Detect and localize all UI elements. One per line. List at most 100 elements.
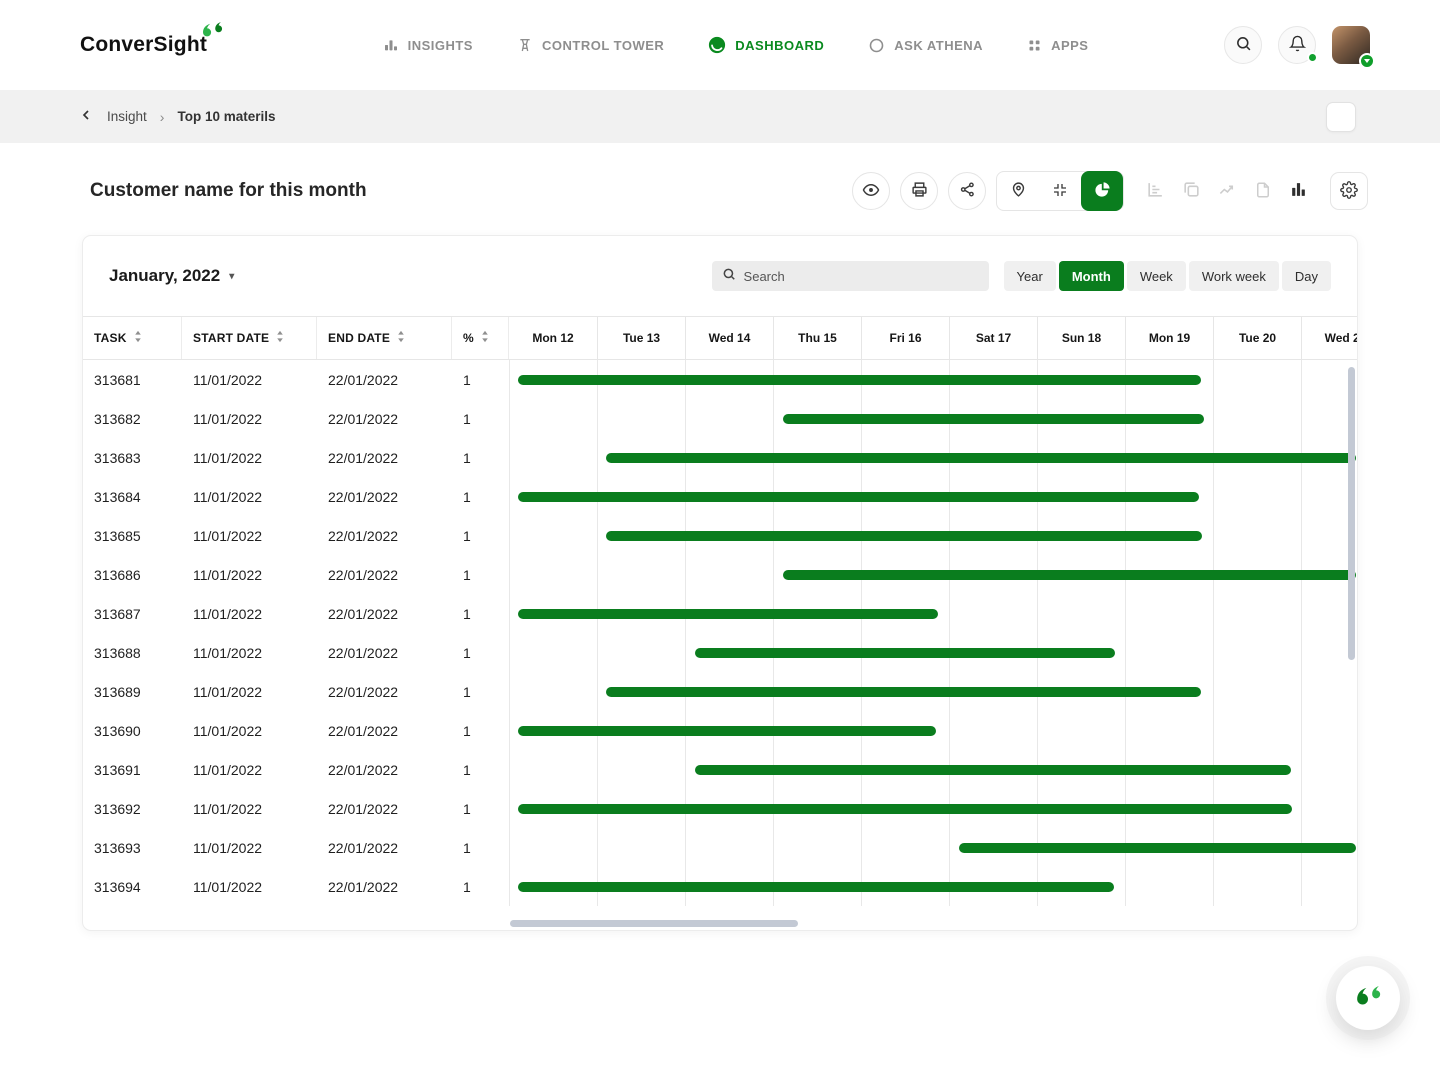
sort-icon — [276, 330, 284, 346]
gantt-bar[interactable] — [518, 609, 939, 619]
chart-toolbar — [852, 171, 1368, 211]
gantt-bar[interactable] — [695, 648, 1116, 658]
column-chart-button[interactable] — [1289, 180, 1308, 202]
start-date-cell: 11/01/2022 — [182, 489, 317, 505]
gantt-bar[interactable] — [518, 726, 936, 736]
period-selector[interactable]: January, 2022 ▾ — [109, 266, 234, 286]
timeline-cell — [509, 555, 1357, 594]
task-id-cell: 313693 — [83, 840, 182, 856]
gantt-row[interactable]: 31369211/01/202222/01/20221 — [83, 789, 1357, 828]
col-start-label: START DATE — [193, 331, 269, 345]
topbar-actions — [1224, 26, 1370, 64]
printer-icon — [911, 181, 928, 201]
assistant-chat-button[interactable] — [1336, 966, 1400, 1030]
share-button[interactable] — [948, 172, 986, 210]
percent-cell: 1 — [452, 840, 509, 856]
apps-icon — [1027, 38, 1042, 53]
preview-button[interactable] — [852, 172, 890, 210]
bar-chart-horizontal-button[interactable] — [1146, 180, 1165, 202]
gantt-row[interactable]: 31368611/01/202222/01/20221 — [83, 555, 1357, 594]
avatar[interactable] — [1332, 26, 1370, 64]
col-header-end-date[interactable]: END DATE — [317, 317, 452, 359]
view-year-button[interactable]: Year — [1004, 261, 1056, 291]
location-button[interactable] — [997, 171, 1039, 211]
task-id-cell: 313683 — [83, 450, 182, 466]
horizontal-scrollbar-thumb[interactable] — [510, 920, 798, 927]
pie-chart-button[interactable] — [1081, 171, 1123, 211]
gantt-row[interactable]: 31369111/01/202222/01/20221 — [83, 750, 1357, 789]
chevron-left-icon — [78, 107, 94, 126]
gantt-row[interactable]: 31369011/01/202222/01/20221 — [83, 711, 1357, 750]
start-date-cell: 11/01/2022 — [182, 840, 317, 856]
view-workweek-button[interactable]: Work week — [1189, 261, 1279, 291]
gantt-bar[interactable] — [518, 375, 1201, 385]
gantt-row[interactable]: 31369411/01/202222/01/20221 — [83, 867, 1357, 906]
gantt-bar[interactable] — [518, 492, 1199, 502]
end-date-cell: 22/01/2022 — [317, 411, 452, 427]
gantt-row[interactable]: 31368311/01/202222/01/20221 — [83, 438, 1357, 477]
gantt-header: TASK START DATE END DATE % Mon 12Tue 13W… — [83, 316, 1357, 360]
back-button[interactable] — [78, 107, 94, 126]
gantt-body: 31368111/01/202222/01/2022131368211/01/2… — [83, 360, 1357, 906]
timeline-cell — [509, 399, 1357, 438]
day-column-header: Thu 15 — [773, 317, 861, 359]
panel-toggle-button[interactable] — [1326, 102, 1356, 132]
view-week-button[interactable]: Week — [1127, 261, 1186, 291]
end-date-cell: 22/01/2022 — [317, 450, 452, 466]
gantt-row[interactable]: 31368511/01/202222/01/20221 — [83, 516, 1357, 555]
timeline-cell — [509, 438, 1357, 477]
notifications-button[interactable] — [1278, 26, 1316, 64]
col-percent-label: % — [463, 331, 474, 345]
col-header-start-date[interactable]: START DATE — [182, 317, 317, 359]
percent-cell: 1 — [452, 801, 509, 817]
gantt-bar[interactable] — [606, 531, 1203, 541]
gantt-row[interactable]: 31368811/01/202222/01/20221 — [83, 633, 1357, 672]
line-chart-button[interactable] — [1218, 180, 1237, 202]
gantt-bar[interactable] — [518, 882, 1115, 892]
gantt-bar[interactable] — [606, 687, 1201, 697]
breadcrumb-current: Top 10 materils — [177, 109, 275, 124]
search-button[interactable] — [1224, 26, 1262, 64]
gantt-bar[interactable] — [959, 843, 1356, 853]
gantt-row[interactable]: 31368211/01/202222/01/20221 — [83, 399, 1357, 438]
nav-insights-label: INSIGHTS — [408, 38, 473, 53]
col-header-percent[interactable]: % — [452, 317, 509, 359]
title-row: Customer name for this month — [0, 143, 1440, 211]
gantt-bar[interactable] — [606, 453, 1356, 463]
view-toggle: Year Month Week Work week Day — [1004, 261, 1331, 291]
settings-button[interactable] — [1330, 172, 1368, 210]
gantt-row[interactable]: 31368111/01/202222/01/20221 — [83, 360, 1357, 399]
gantt-bar[interactable] — [783, 414, 1205, 424]
end-date-cell: 22/01/2022 — [317, 567, 452, 583]
nav-dashboard[interactable]: DASHBOARD — [708, 36, 824, 54]
nav-ask-athena[interactable]: ASK ATHENA — [868, 36, 983, 54]
print-button[interactable] — [900, 172, 938, 210]
view-month-button[interactable]: Month — [1059, 261, 1124, 291]
search-input[interactable] — [744, 269, 979, 284]
breadcrumb-insight[interactable]: Insight — [107, 109, 147, 124]
report-button[interactable] — [1254, 181, 1272, 202]
gantt-row[interactable]: 31369311/01/202222/01/20221 — [83, 828, 1357, 867]
gantt-row[interactable]: 31368911/01/202222/01/20221 — [83, 672, 1357, 711]
nav-apps[interactable]: APPS — [1027, 36, 1088, 54]
gantt-row[interactable]: 31368711/01/202222/01/20221 — [83, 594, 1357, 633]
gantt-row[interactable]: 31368411/01/202222/01/20221 — [83, 477, 1357, 516]
nav-insights[interactable]: INSIGHTS — [383, 36, 473, 54]
nav-control-tower[interactable]: CONTROL TOWER — [517, 36, 664, 54]
line-chart-icon — [1218, 180, 1237, 202]
conversight-logo[interactable]: ConverSight — [80, 33, 207, 57]
vertical-scrollbar[interactable] — [1348, 363, 1355, 901]
collapse-button[interactable] — [1039, 171, 1081, 211]
sort-icon — [481, 330, 489, 346]
gantt-bar[interactable] — [783, 570, 1356, 580]
brand-name: ConverSight — [80, 33, 207, 57]
gantt-bar[interactable] — [518, 804, 1292, 814]
gantt-bar[interactable] — [695, 765, 1292, 775]
day-column-header: Wed 14 — [685, 317, 773, 359]
vertical-scrollbar-thumb[interactable] — [1348, 367, 1355, 660]
copy-button[interactable] — [1182, 180, 1201, 202]
view-day-button[interactable]: Day — [1282, 261, 1331, 291]
end-date-cell: 22/01/2022 — [317, 801, 452, 817]
insights-icon — [383, 37, 399, 53]
col-header-task[interactable]: TASK — [83, 317, 182, 359]
